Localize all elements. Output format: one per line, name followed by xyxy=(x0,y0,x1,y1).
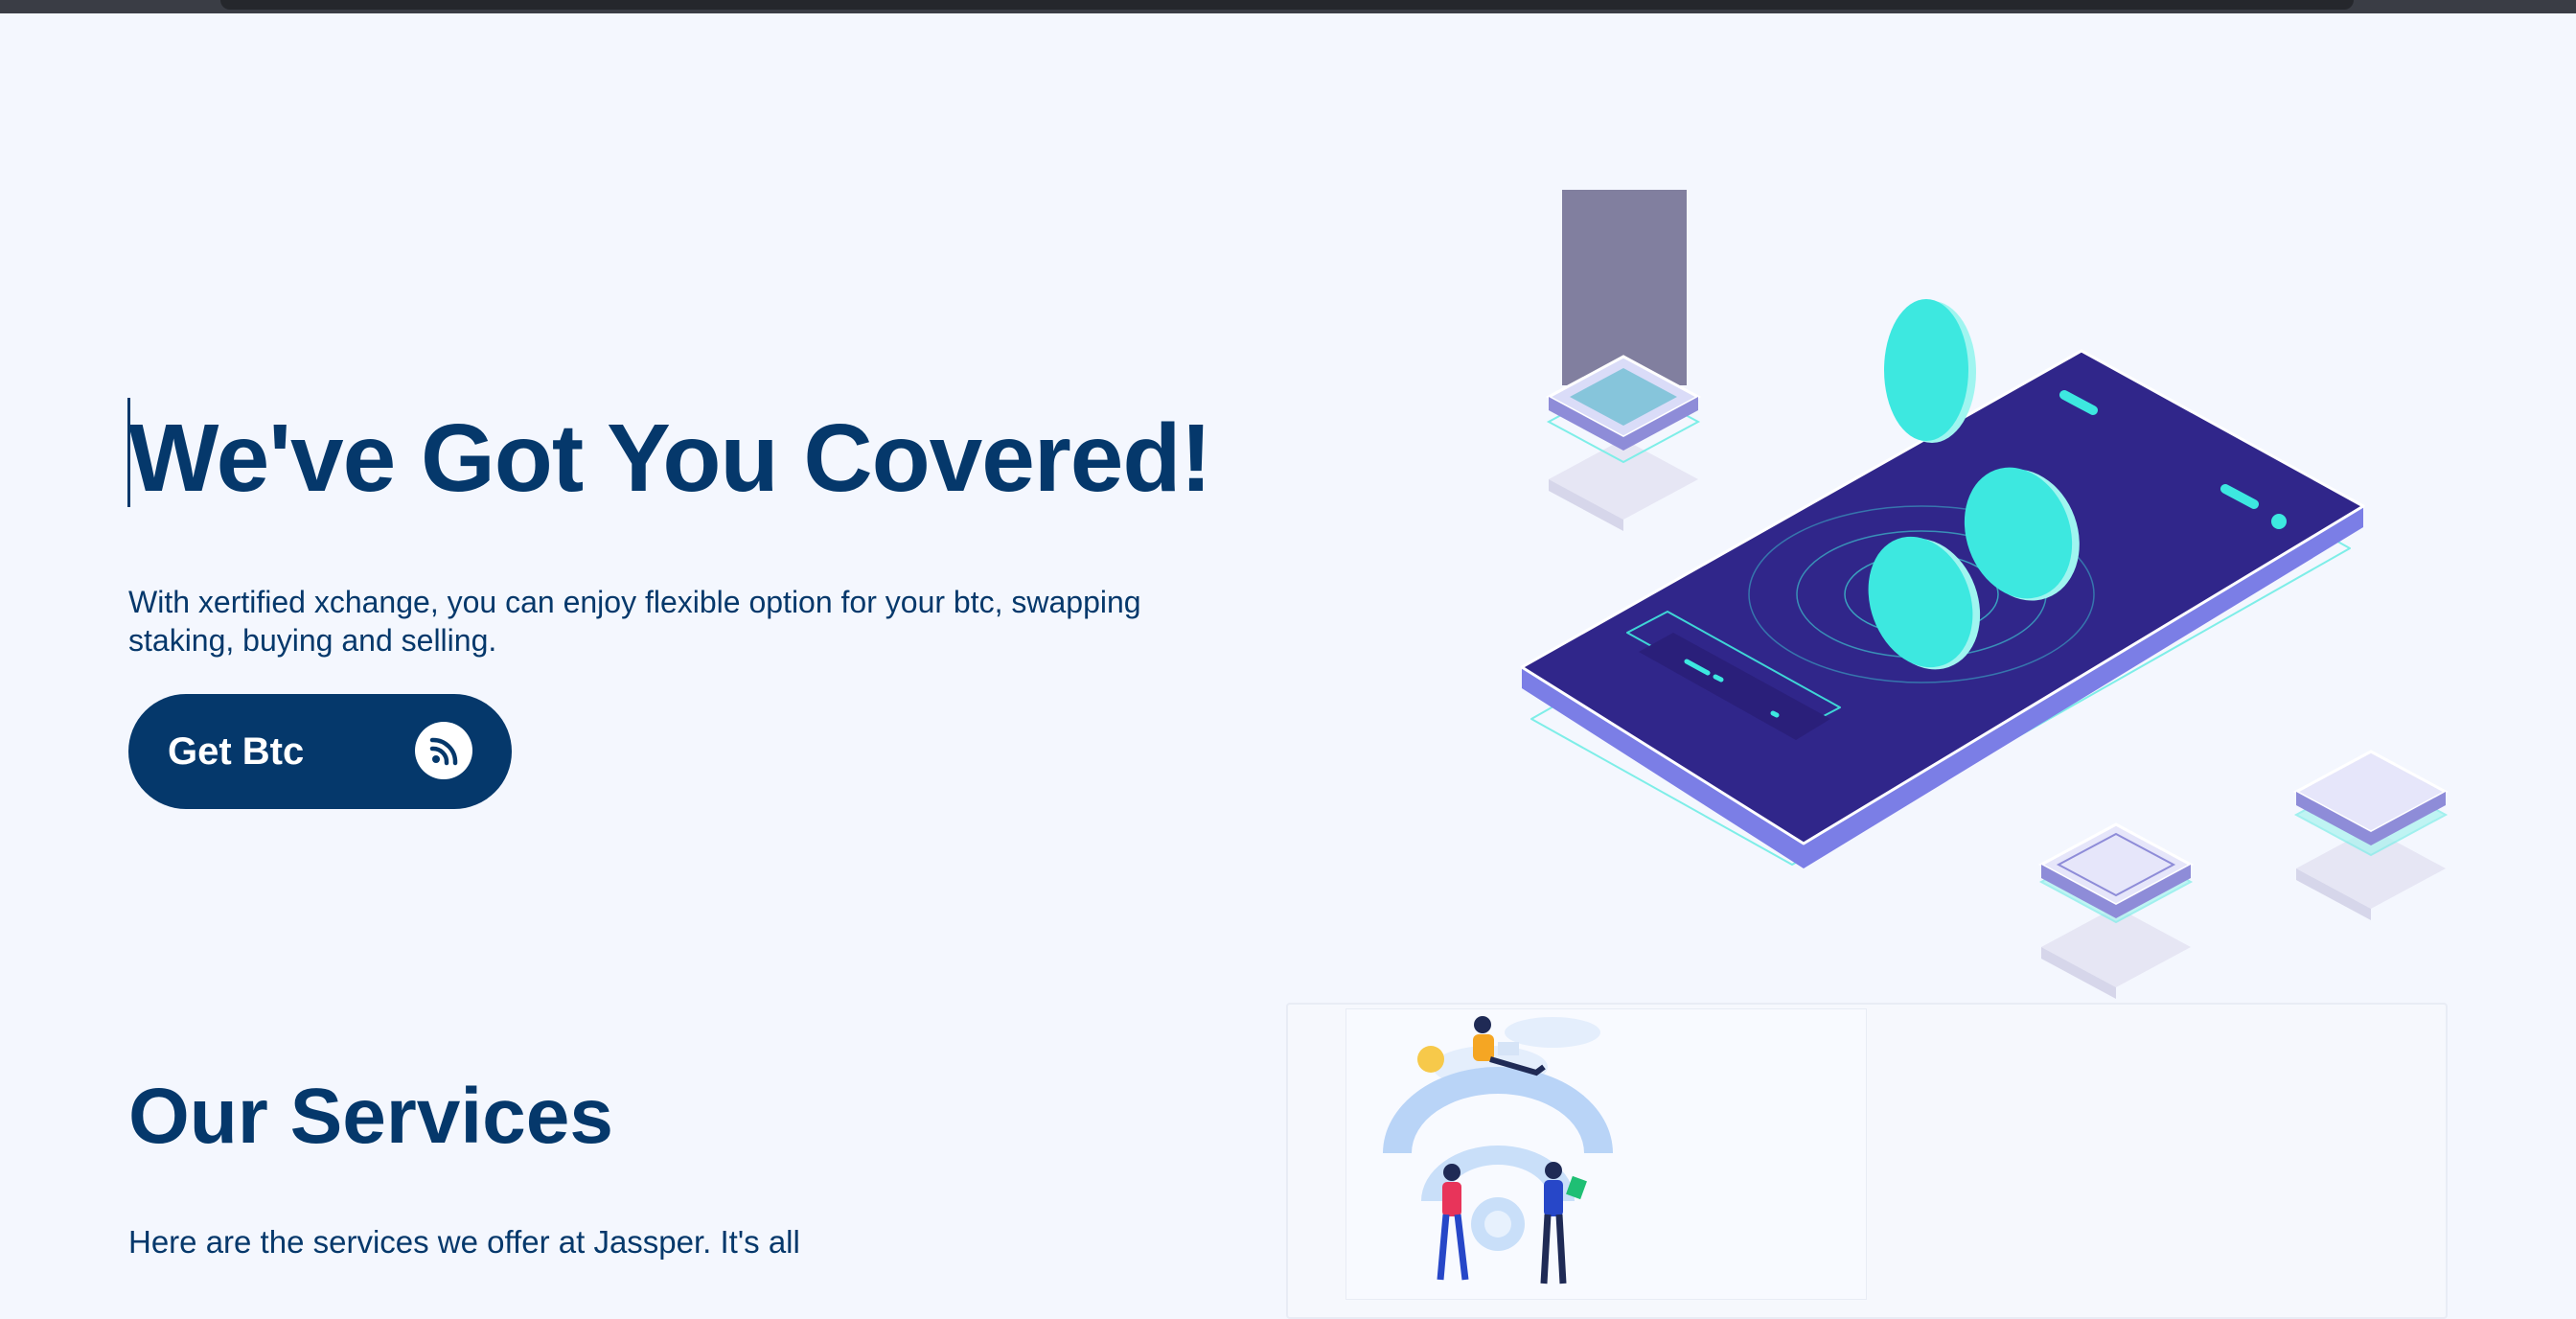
services-title: Our Services xyxy=(128,1073,613,1160)
browser-top-bar-inner xyxy=(220,0,2354,10)
wifi-people-illustration xyxy=(1346,1008,1867,1300)
hero-illustration xyxy=(1514,182,2453,1007)
services-description: Here are the services we offer at Jasspe… xyxy=(128,1224,800,1260)
rss-icon xyxy=(415,722,472,779)
service-card[interactable] xyxy=(1286,1003,2448,1319)
get-btc-button-label: Get Btc xyxy=(168,729,305,773)
browser-top-bar xyxy=(0,0,2576,13)
hero-title: We've Got You Covered! xyxy=(128,405,1212,512)
get-btc-button[interactable]: Get Btc xyxy=(128,694,512,809)
hero-subtitle: With xertified xchange, you can enjoy fl… xyxy=(128,585,1141,658)
